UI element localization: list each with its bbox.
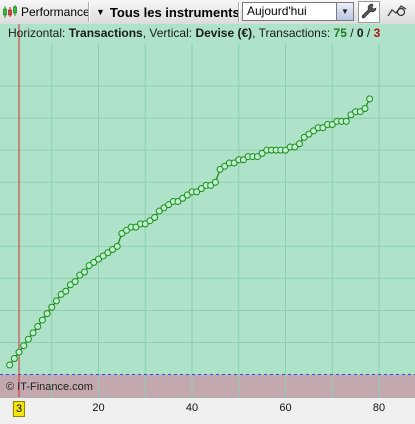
bar-chart-icon xyxy=(2,4,18,20)
data-point xyxy=(34,322,42,330)
x-tick-label: 80 xyxy=(372,402,386,414)
equity-line xyxy=(9,98,371,366)
data-point xyxy=(52,297,60,305)
x-tick-label: 60 xyxy=(279,402,292,414)
data-point xyxy=(24,335,32,343)
horizontal-label: Horizontal: xyxy=(8,26,66,40)
wrench-icon xyxy=(361,3,377,22)
performance-label: Performance xyxy=(21,5,90,19)
cursor-position-label: 3 xyxy=(12,401,26,417)
data-point xyxy=(38,316,46,324)
instruments-label: Tous les instruments xyxy=(109,4,240,20)
x-tick-label: 40 xyxy=(185,402,199,414)
data-point xyxy=(80,268,88,276)
chart-info: Horizontal: Transactions, Vertical: Devi… xyxy=(8,26,380,40)
chart-area[interactable]: Horizontal: Transactions, Vertical: Devi… xyxy=(0,24,415,397)
transactions-neutral: 0 xyxy=(356,26,364,40)
data-point xyxy=(43,310,51,318)
performance-button[interactable]: Performance xyxy=(2,2,90,22)
transactions-losing: 3 xyxy=(373,26,381,40)
chart-plot xyxy=(0,24,415,397)
period-select[interactable]: Aujourd'hui ▼ xyxy=(242,2,354,21)
data-point xyxy=(71,278,79,286)
dropdown-arrow-icon: ▼ xyxy=(96,7,105,17)
settings-button[interactable] xyxy=(358,1,380,23)
data-point xyxy=(211,178,219,186)
vertical-value: Devise (€) xyxy=(195,26,253,40)
data-point xyxy=(296,140,304,148)
toolbar-separator xyxy=(238,2,240,22)
period-value: Aujourd'hui xyxy=(247,4,307,18)
data-point xyxy=(342,117,350,125)
data-point xyxy=(15,348,23,356)
horizontal-value: Transactions xyxy=(68,26,143,40)
data-point xyxy=(113,242,121,250)
data-point xyxy=(20,342,28,350)
zoom-button[interactable] xyxy=(385,2,411,22)
chevron-down-icon[interactable]: ▼ xyxy=(336,3,353,20)
x-tick-label: 20 xyxy=(92,402,105,414)
zoom-icon xyxy=(387,3,409,22)
data-point xyxy=(6,361,14,369)
data-point xyxy=(361,104,369,112)
transactions-total: 75 xyxy=(333,26,347,40)
separator-slash: / xyxy=(363,26,374,40)
data-point xyxy=(29,329,37,337)
instruments-dropdown[interactable]: ▼ Tous les instruments xyxy=(92,2,240,22)
toolbar: Performance ▼ Tous les instruments Aujou… xyxy=(0,0,415,25)
toolbar-separator xyxy=(88,2,90,22)
data-point xyxy=(48,303,56,311)
separator-slash: / xyxy=(346,26,357,40)
vertical-label: , Vertical: xyxy=(142,26,193,40)
data-point xyxy=(10,355,18,363)
data-point xyxy=(151,213,159,221)
transactions-label: , Transactions: xyxy=(252,26,331,40)
x-axis: 20 40 60 80 3 xyxy=(0,397,415,424)
copyright-label: © IT-Finance.com xyxy=(6,381,93,393)
data-point xyxy=(62,287,70,295)
data-point xyxy=(366,95,374,103)
